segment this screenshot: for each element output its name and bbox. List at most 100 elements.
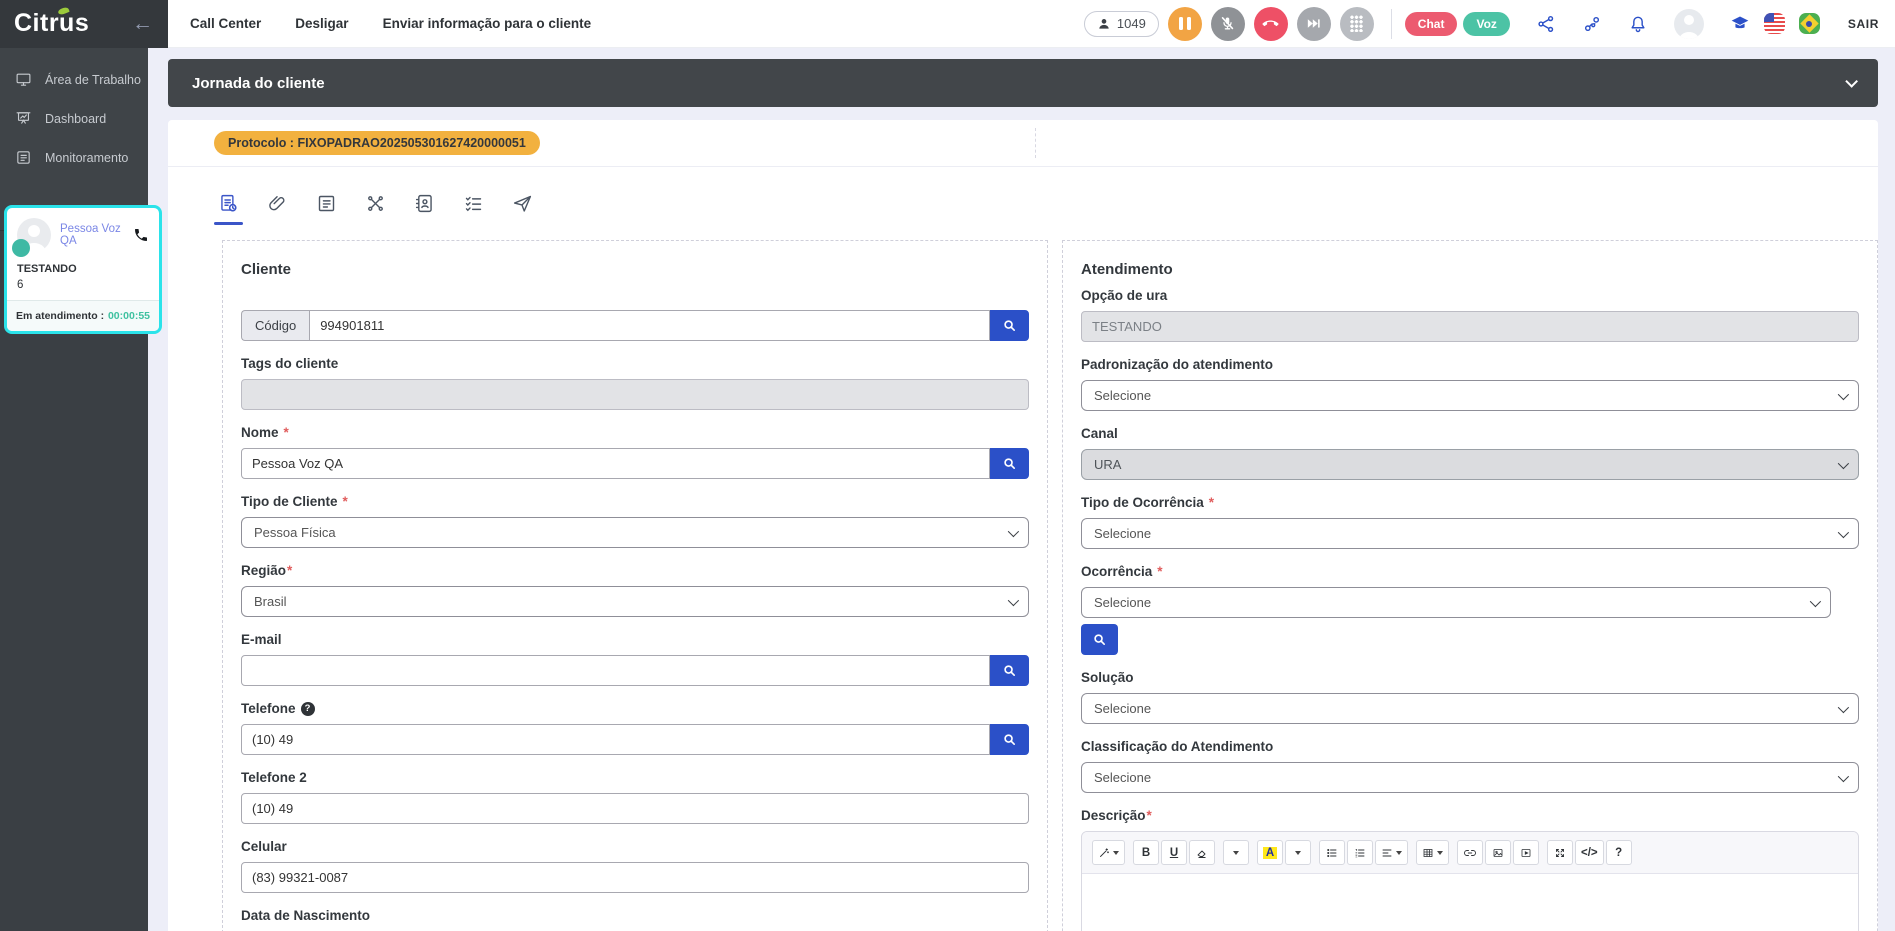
chevron-down-icon [1838, 701, 1849, 712]
canal-select: URA [1081, 449, 1859, 480]
nav-desligar[interactable]: Desligar [295, 16, 348, 31]
share-icon [1536, 14, 1556, 34]
active-call-card[interactable]: Pessoa Voz QA TESTANDO 6 Em atendimento … [4, 205, 162, 334]
editor-eraser-button[interactable] [1189, 840, 1215, 865]
mute-button[interactable] [1211, 7, 1245, 41]
editor-help-button[interactable]: ? [1606, 840, 1632, 865]
form-list-icon [316, 193, 337, 214]
editor-table-button[interactable] [1416, 840, 1449, 865]
journey-header[interactable]: Jornada do cliente [168, 59, 1878, 107]
flag-br-icon[interactable] [1799, 13, 1820, 34]
editor-fullscreen-button[interactable] [1547, 840, 1573, 865]
pause-button[interactable] [1168, 7, 1202, 41]
editor-image-button[interactable] [1485, 840, 1511, 865]
protocol-row: Protocolo : FIXOPADRAO202505301627420000… [168, 120, 1878, 167]
notifications-button[interactable] [1628, 14, 1648, 34]
codigo-search-button[interactable] [990, 310, 1029, 341]
magic-wand-icon [1098, 847, 1110, 859]
tab-history[interactable] [218, 193, 239, 214]
help-icon[interactable]: ? [301, 702, 315, 716]
chevron-down-icon [1233, 851, 1239, 855]
align-icon [1381, 847, 1393, 859]
tab-forms[interactable] [316, 193, 337, 214]
classificacao-select[interactable]: Selecione [1081, 762, 1859, 793]
sidebar-item-area-de-trabalho[interactable]: Área de Trabalho [0, 60, 148, 99]
editor-link-button[interactable] [1457, 840, 1483, 865]
ocorrencia-select[interactable]: Selecione [1081, 587, 1831, 618]
call-phone-button[interactable] [133, 227, 149, 243]
editor-ol-button[interactable] [1347, 840, 1373, 865]
tab-checklist[interactable] [463, 193, 484, 214]
telefone2-label: Telefone 2 [241, 770, 1029, 785]
descricao-editor: B U A [1081, 831, 1859, 931]
chevron-down-icon [1437, 851, 1443, 855]
attendance-card: Protocolo : FIXOPADRAO202505301627420000… [168, 120, 1878, 931]
video-icon [1520, 847, 1532, 859]
flag-us-icon[interactable] [1764, 13, 1785, 34]
share-button[interactable] [1536, 14, 1556, 34]
telefone-input[interactable]: (10) 49 [241, 724, 990, 755]
editor-align-button[interactable] [1375, 840, 1408, 865]
telefone2-input[interactable]: (10) 49 [241, 793, 1029, 824]
tipo-ocorrencia-select[interactable]: Selecione [1081, 518, 1859, 549]
chevron-down-icon [1838, 770, 1849, 781]
academy-button[interactable] [1730, 14, 1750, 34]
padronizacao-select[interactable]: Selecione [1081, 380, 1859, 411]
solucao-select[interactable]: Selecione [1081, 693, 1859, 724]
editor-color-button[interactable]: A [1257, 840, 1283, 865]
tags-label: Tags do cliente [241, 356, 1029, 371]
regiao-label: Região* [241, 563, 1029, 578]
nav-call-center[interactable]: Call Center [190, 16, 261, 31]
editor-style-button[interactable] [1092, 840, 1125, 865]
logout-button[interactable]: SAIR [1848, 17, 1879, 31]
email-input[interactable] [241, 655, 990, 686]
top-nav: Call Center Desligar Enviar informação p… [190, 16, 591, 31]
protocol-badge: Protocolo : FIXOPADRAO202505301627420000… [214, 131, 540, 155]
dialpad-button[interactable] [1340, 7, 1374, 41]
chat-channel-pill[interactable]: Chat [1405, 12, 1458, 36]
agent-count-badge: 1049 [1084, 11, 1159, 37]
editor-code-button[interactable]: </> [1575, 840, 1604, 865]
email-label: E-mail [241, 632, 1029, 647]
network-split-icon [365, 193, 386, 214]
regiao-select[interactable]: Brasil [241, 586, 1029, 617]
nav-enviar-informacao[interactable]: Enviar informação para o cliente [383, 16, 592, 31]
user-avatar[interactable] [1674, 9, 1704, 39]
back-arrow-icon[interactable]: ← [132, 13, 153, 34]
editor-font-button[interactable] [1223, 840, 1249, 865]
call-campaign: TESTANDO [17, 263, 149, 275]
codigo-input[interactable]: 994901811 [309, 310, 990, 341]
voz-channel-pill[interactable]: Voz [1463, 12, 1509, 36]
descricao-textarea[interactable] [1082, 874, 1858, 931]
nome-input[interactable]: Pessoa Voz QA [241, 448, 990, 479]
sidebar-item-dashboard[interactable]: Dashboard [0, 99, 148, 138]
editor-bold-button[interactable]: B [1133, 840, 1159, 865]
celular-input[interactable]: (83) 99321-0087 [241, 862, 1029, 893]
editor-color-dropdown[interactable] [1285, 840, 1311, 865]
hangup-button[interactable] [1254, 7, 1288, 41]
pause-icon [1179, 17, 1191, 30]
transfer-button[interactable] [1297, 7, 1331, 41]
document-history-icon [218, 193, 239, 214]
tab-attachments[interactable] [267, 193, 288, 214]
tab-send[interactable] [512, 193, 533, 214]
editor-underline-button[interactable]: U [1161, 840, 1187, 865]
tab-integrations[interactable] [365, 193, 386, 214]
email-field-group [241, 655, 1029, 686]
telefone-search-button[interactable] [990, 724, 1029, 755]
tipo-cliente-select[interactable]: Pessoa Física [241, 517, 1029, 548]
codigo-field-group: Código 994901811 [241, 310, 1029, 341]
telefone-label: Telefone? [241, 701, 1029, 716]
sidebar-item-monitoramento[interactable]: Monitoramento [0, 138, 148, 177]
chevron-down-icon[interactable] [1845, 75, 1858, 88]
tab-contacts[interactable] [414, 193, 435, 214]
descricao-label: Descrição* [1081, 808, 1859, 823]
atendimento-section-title: Atendimento [1081, 261, 1859, 278]
editor-video-button[interactable] [1513, 840, 1539, 865]
email-search-button[interactable] [990, 655, 1029, 686]
editor-ul-button[interactable] [1319, 840, 1345, 865]
nome-search-button[interactable] [990, 448, 1029, 479]
integrations-button[interactable] [1582, 14, 1602, 34]
ocorrencia-search-button[interactable] [1081, 624, 1118, 655]
monitor-icon [15, 71, 32, 88]
